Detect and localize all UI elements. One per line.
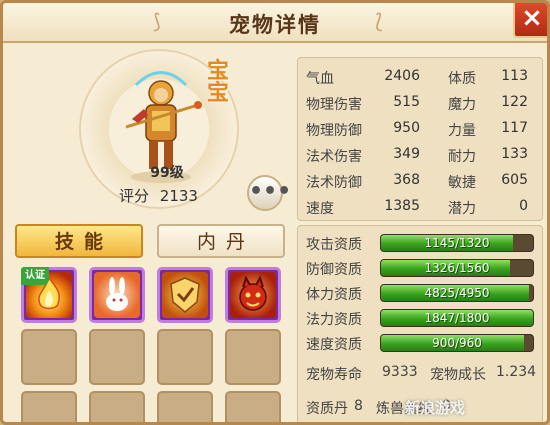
stat-label: 气血 (306, 71, 334, 87)
aptitude-label: 速度资质 (306, 337, 362, 353)
tab-inner-pill[interactable]: 内丹 (157, 224, 285, 258)
demon-icon (239, 275, 267, 311)
rabbit-icon (106, 277, 128, 311)
aptitude-value: 1145/1320 (424, 236, 490, 250)
aptitude-value: 4825/4950 (424, 286, 490, 300)
aptitude-pill-label: 资质丹 (306, 401, 348, 417)
aptitude-bar: 4825/4950 (380, 284, 534, 302)
skill-slot-demon[interactable] (225, 267, 281, 323)
score-value: 2133 (159, 187, 198, 205)
stat-label: 耐力 (448, 149, 476, 165)
empty-skill-slot[interactable] (21, 329, 77, 385)
aptitude-bar: 900/960 (380, 334, 534, 352)
aptitude-label: 法力资质 (306, 312, 362, 328)
stat-value: 2406 (384, 68, 420, 84)
stat-label: 法术防御 (306, 175, 362, 191)
aptitude-label: 防御资质 (306, 262, 362, 278)
stat-value: 349 (393, 146, 420, 162)
aptitude-bar: 1326/1560 (380, 259, 534, 277)
more-options-button[interactable]: ••• (247, 175, 291, 211)
shield-icon (170, 277, 200, 313)
title-bar: ⟆ 宠物详情 ⟅ (3, 3, 547, 43)
stat-label: 速度 (306, 201, 334, 217)
aptitude-label: 攻击资质 (306, 237, 362, 253)
pet-level: 99级 (150, 165, 184, 181)
stat-value: 113 (501, 68, 528, 84)
lifespan-label: 宠物寿命 (306, 367, 362, 383)
empty-skill-slot[interactable] (157, 329, 213, 385)
aptitude-value: 900/960 (432, 336, 482, 350)
stat-value: 133 (501, 146, 528, 162)
stat-label: 敏捷 (448, 175, 476, 191)
window-title: 宠物详情 (229, 13, 321, 37)
verified-badge: 认证 (21, 267, 49, 285)
stat-value: 0 (519, 198, 528, 214)
tab-skills[interactable]: 技能 (15, 224, 143, 258)
aptitude-bar: 1145/1320 (380, 234, 534, 252)
aptitude-bar: 1847/1800 (380, 309, 534, 327)
aptitude-panel: 攻击资质 1145/1320 防御资质 1326/1560 体力资质 4825/… (297, 225, 543, 422)
empty-skill-slot[interactable] (89, 329, 145, 385)
stats-panel: 气血 2406 体质 113 物理伤害 515 魔力 122 物理防御 950 … (297, 57, 543, 221)
empty-skill-slot[interactable] (225, 329, 281, 385)
empty-skill-slot[interactable] (21, 391, 77, 422)
stat-value: 1385 (384, 198, 420, 214)
ornament-right-icon: ⟅ (375, 9, 383, 33)
stat-value: 122 (501, 94, 528, 110)
skill-slot-fire[interactable]: 认证 (21, 267, 77, 323)
baby-badge: 宝宝 (207, 59, 230, 106)
empty-skill-slot[interactable] (225, 391, 281, 422)
growth-value: 1.234 (496, 364, 537, 380)
aptitude-pill-value: 8 (354, 398, 363, 414)
stat-value: 950 (393, 120, 420, 136)
stat-label: 魔力 (448, 97, 476, 113)
stat-label: 潜力 (448, 201, 476, 217)
stat-value: 605 (501, 172, 528, 188)
empty-skill-slot[interactable] (157, 391, 213, 422)
stat-value: 117 (501, 120, 528, 136)
watermark: 新浪游戏 (405, 399, 466, 417)
stat-label: 体质 (448, 71, 476, 87)
stat-value: 368 (393, 172, 420, 188)
aptitude-label: 体力资质 (306, 287, 362, 303)
skill-slot-shield[interactable] (157, 267, 213, 323)
aptitude-value: 1326/1560 (424, 261, 490, 275)
pet-detail-window: ⟆ 宠物详情 ⟅ × 宝宝 99级 评分 2133 ••• 技能 内丹 认证 气… (0, 0, 550, 425)
stat-value: 515 (393, 94, 420, 110)
stat-label: 物理伤害 (306, 97, 362, 113)
skill-slot-rabbit[interactable] (89, 267, 145, 323)
close-button[interactable]: × (513, 3, 547, 38)
lifespan-value: 9333 (382, 364, 418, 380)
stat-label: 力量 (448, 123, 476, 139)
stat-label: 物理防御 (306, 123, 362, 139)
aptitude-value: 1847/1800 (424, 311, 490, 325)
pet-score: 评分 2133 (119, 185, 204, 206)
stat-label: 法术伤害 (306, 149, 362, 165)
empty-skill-slot[interactable] (89, 391, 145, 422)
growth-label: 宠物成长 (430, 367, 486, 383)
score-label: 评分 (119, 187, 150, 205)
